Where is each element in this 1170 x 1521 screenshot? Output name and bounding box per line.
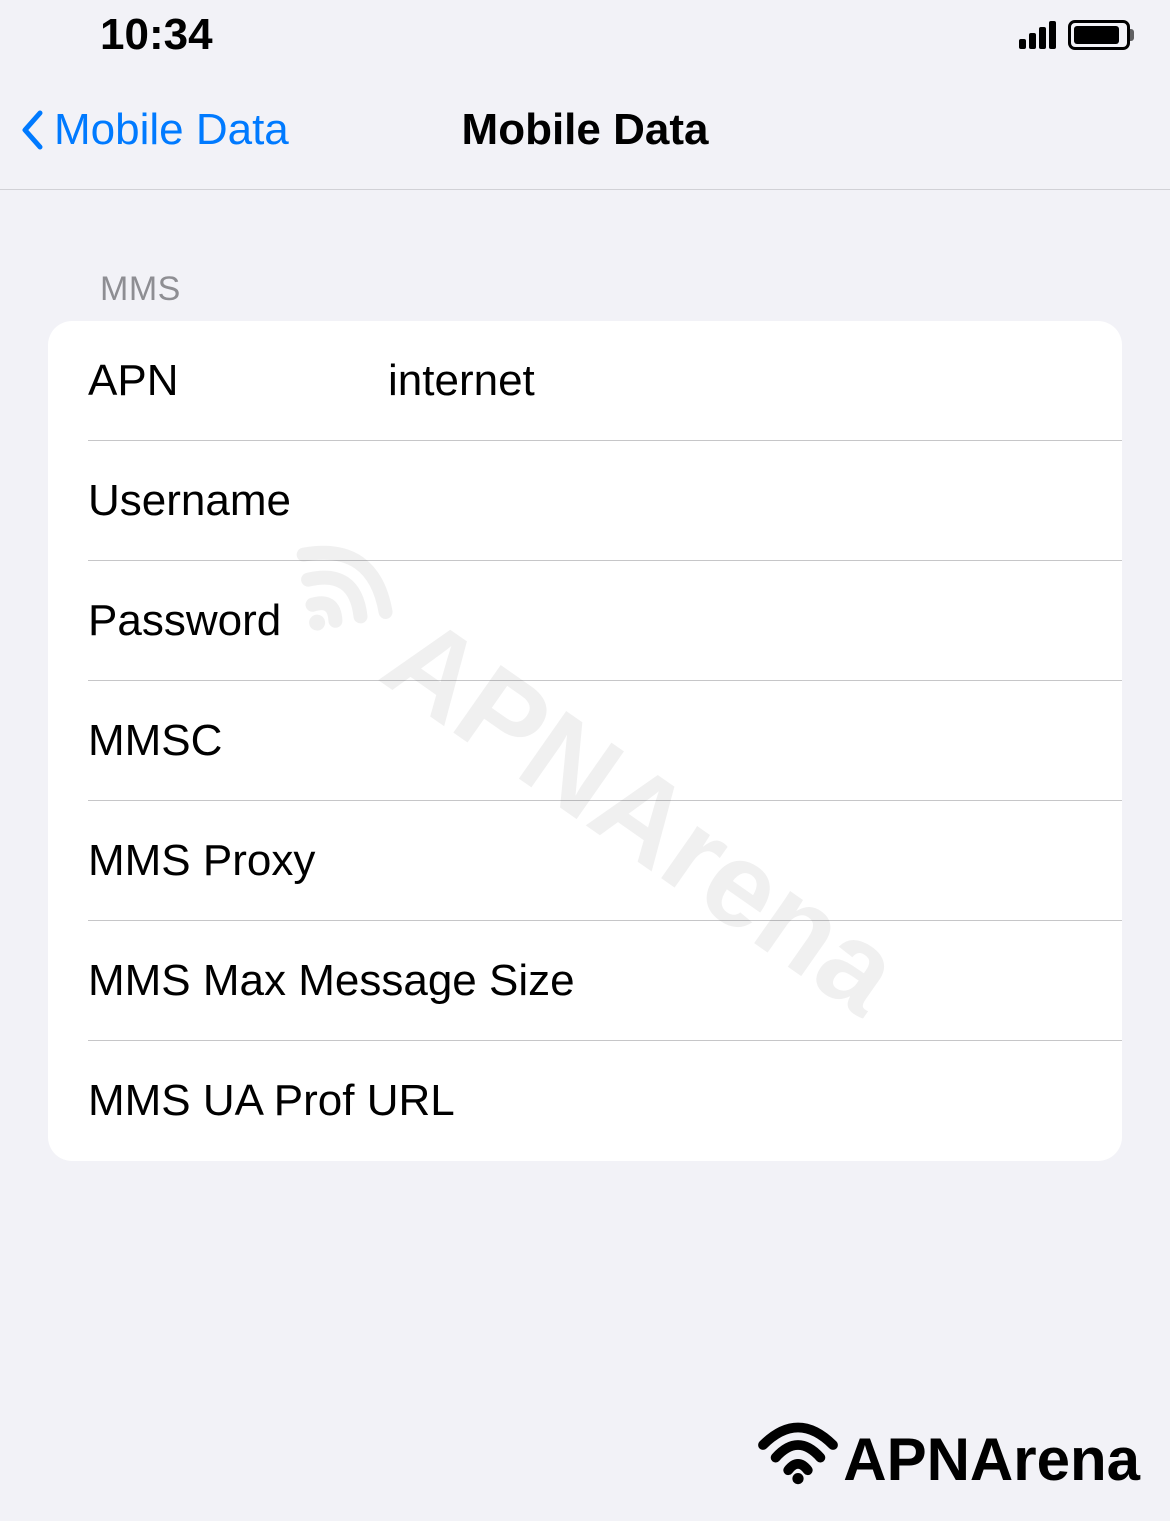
mmsc-row[interactable]: MMSC [48, 681, 1122, 801]
status-indicators [1019, 20, 1130, 50]
mms-max-size-row[interactable]: MMS Max Message Size [48, 921, 1122, 1041]
chevron-left-icon [20, 108, 44, 152]
section-header-mms: MMS [0, 190, 1170, 321]
mms-max-size-label: MMS Max Message Size [88, 956, 575, 1006]
brand-text: APNArena [843, 1425, 1140, 1494]
status-bar: 10:34 [0, 0, 1170, 70]
mms-ua-prof-label: MMS UA Prof URL [88, 1076, 455, 1126]
password-label: Password [88, 596, 388, 646]
password-row[interactable]: Password [48, 561, 1122, 681]
mms-ua-prof-row[interactable]: MMS UA Prof URL [48, 1041, 1122, 1161]
back-label: Mobile Data [54, 105, 289, 155]
mmsc-label: MMSC [88, 716, 388, 766]
apn-label: APN [88, 356, 388, 406]
page-title: Mobile Data [462, 105, 709, 155]
brand-footer: APNArena [753, 1417, 1140, 1501]
mms-proxy-row[interactable]: MMS Proxy [48, 801, 1122, 921]
username-row[interactable]: Username [48, 441, 1122, 561]
battery-icon [1068, 20, 1130, 50]
mms-settings-group: APN internet Username Password MMSC MMS … [48, 321, 1122, 1161]
cellular-signal-icon [1019, 21, 1056, 49]
apn-value[interactable]: internet [388, 356, 1082, 406]
status-time: 10:34 [100, 10, 213, 60]
mms-proxy-label: MMS Proxy [88, 836, 388, 886]
back-button[interactable]: Mobile Data [20, 105, 289, 155]
username-label: Username [88, 476, 388, 526]
wifi-icon [753, 1417, 843, 1501]
apn-row[interactable]: APN internet [48, 321, 1122, 441]
nav-bar: Mobile Data Mobile Data [0, 70, 1170, 190]
